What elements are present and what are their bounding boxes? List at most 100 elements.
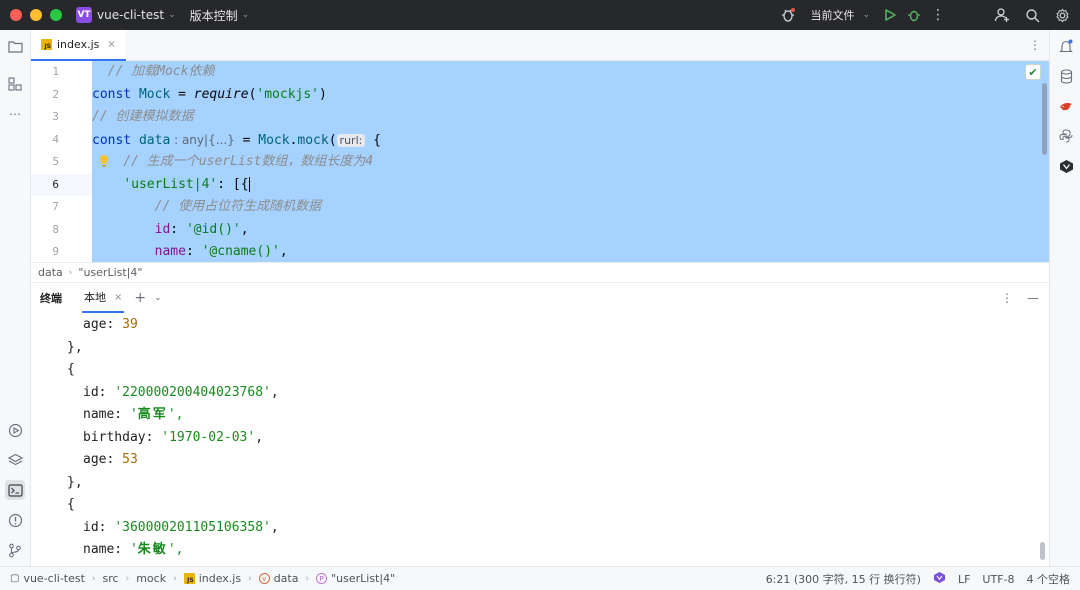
new-terminal-icon[interactable]: + (134, 290, 146, 306)
code-content[interactable]: const data : any|{...} = Mock.mock(rurl:… (92, 128, 1049, 151)
terminal-line: name: '朱敏', (83, 539, 183, 562)
terminal-tab-local[interactable]: 本地 × (82, 283, 125, 313)
tab-index-js[interactable]: JS index.js × (31, 30, 126, 61)
python-icon[interactable] (1056, 126, 1076, 146)
lightbulb-icon[interactable] (98, 154, 112, 170)
number-value: 39 (122, 317, 138, 332)
zoom-window-button[interactable] (50, 9, 62, 21)
key-text: birthday: (83, 429, 162, 445)
status-crumb[interactable]: vue-cli-test (23, 572, 84, 585)
status-crumb[interactable]: src (103, 572, 119, 585)
key-text: id: (83, 519, 115, 535)
code-line: 2 const Mock = require('mockjs') (31, 83, 1049, 106)
string-value: '360000201105106358' (114, 519, 271, 535)
tab-options-icon[interactable]: ⋮ (1029, 38, 1041, 52)
status-crumb[interactable]: "userList|4" (331, 572, 395, 585)
services-icon[interactable] (5, 420, 25, 440)
line-number: 1 (52, 65, 59, 78)
line-separator[interactable]: LF (958, 573, 970, 586)
chevron-down-icon[interactable]: ⌄ (862, 10, 870, 20)
line-number: 9 (52, 245, 59, 258)
terminal-line: id: '360000201105106358', (83, 517, 279, 540)
code-line: 3 // 创建模拟数据 (31, 106, 1049, 129)
status-crumb[interactable]: data (274, 572, 299, 585)
close-window-button[interactable] (10, 9, 22, 21)
git-branch-icon[interactable] (5, 540, 25, 560)
code-content[interactable]: // 生成一个userList数组，数组长度为4 (92, 151, 1049, 174)
code-editor[interactable]: 1 // 加载Mock依赖 2 const Mock = require('mo… (31, 61, 1049, 262)
settings-icon[interactable] (1050, 3, 1074, 27)
caret-position[interactable]: 6:21 (300 字符, 15 行 换行符) (766, 571, 921, 587)
code-content[interactable]: // 加载Mock依赖 (92, 61, 1049, 84)
folder-icon[interactable] (5, 36, 25, 56)
database-icon[interactable] (1056, 66, 1076, 86)
property-icon: P (316, 573, 328, 584)
chevron-down-icon[interactable]: ⌄ (168, 10, 176, 20)
terminal-line: name: '高军', (83, 404, 183, 427)
file-encoding[interactable]: UTF-8 (982, 573, 1014, 586)
code-content[interactable]: 'userList|4': [{ (92, 173, 1049, 196)
search-icon[interactable] (1020, 3, 1044, 27)
terminal-options-icon[interactable]: ⋮ (1001, 291, 1013, 305)
breadcrumb-item[interactable]: "userList|4" (78, 266, 142, 279)
debug-icon[interactable] (902, 3, 926, 27)
terminal-line: age: 39 (83, 314, 138, 337)
line-number: 6 (52, 177, 59, 191)
structure-icon[interactable] (5, 74, 25, 94)
code-content[interactable]: // 使用占位符生成随机数据 (92, 196, 1049, 219)
key-text: name: (83, 542, 130, 557)
line-number: 4 (52, 132, 59, 146)
right-tool-strip (1049, 30, 1080, 566)
type-hint-text: any|{...} (181, 132, 235, 147)
ai-status-icon[interactable] (933, 571, 946, 587)
project-module-icon: ▢ (10, 573, 20, 584)
minimize-window-button[interactable] (30, 9, 42, 21)
plugin-bird-icon[interactable] (1056, 96, 1076, 116)
quote: ' (129, 407, 138, 422)
status-bar: ▢ vue-cli-test › src › mock › JS index.j… (0, 566, 1080, 590)
operator: = (170, 86, 194, 102)
comment: // 生成一个userList数组，数组长度为4 (123, 154, 374, 169)
layers-icon[interactable] (5, 450, 25, 470)
close-terminal-tab-icon[interactable]: × (114, 292, 122, 303)
bug-icon[interactable] (776, 3, 800, 27)
run-icon[interactable] (878, 3, 902, 27)
object-name: Mock (258, 132, 290, 148)
no-problems-check-icon[interactable]: ✔ (1025, 64, 1041, 80)
code-line-current: 6 'userList|4': [{ (31, 173, 1049, 196)
close-tab-icon[interactable]: × (107, 39, 115, 50)
number-value: 53 (122, 452, 138, 467)
ai-assistant-icon[interactable] (1056, 156, 1076, 176)
code-content[interactable]: name: '@cname()', (92, 241, 1049, 262)
line-number: 5 (52, 155, 59, 168)
add-user-icon[interactable] (990, 3, 1014, 27)
key-text: age: (83, 452, 123, 467)
editor-scrollbar[interactable] (1042, 83, 1047, 155)
chevron-down-icon[interactable]: ⌄ (154, 293, 162, 303)
more-tools-icon[interactable]: ⋯ (5, 104, 25, 124)
code-content[interactable]: const Mock = require('mockjs') (92, 83, 1049, 106)
code-content[interactable]: // 创建模拟数据 (92, 106, 1049, 129)
more-icon[interactable]: ⋮ (926, 3, 950, 27)
terminal-line: { (67, 497, 75, 512)
vcs-menu[interactable]: 版本控制 (190, 7, 238, 24)
problems-icon[interactable] (5, 510, 25, 530)
minimize-panel-icon[interactable]: — (1027, 291, 1039, 305)
chevron-down-icon[interactable]: ⌄ (242, 10, 250, 20)
terminal-tab-label: 本地 (84, 291, 106, 304)
punctuation: , (240, 221, 249, 237)
status-crumb[interactable]: mock (136, 572, 166, 585)
project-name[interactable]: vue-cli-test (97, 8, 164, 22)
notifications-icon[interactable] (1056, 36, 1076, 56)
code-content[interactable]: id: '@id()', (92, 218, 1049, 241)
project-badge-icon[interactable]: VT (76, 7, 92, 23)
status-crumb[interactable]: index.js (199, 572, 241, 585)
terminal-scrollbar[interactable] (1040, 542, 1045, 560)
terminal-icon[interactable] (5, 480, 25, 500)
indent-setting[interactable]: 4 个空格 (1027, 571, 1071, 587)
comment: // 加载Mock依赖 (107, 64, 215, 79)
javascript-file-icon: JS (41, 39, 52, 50)
run-configuration-select[interactable]: 当前文件 (810, 7, 854, 23)
terminal-output[interactable]: age: 39 }, { id: '220000200404023768', n… (31, 313, 1049, 566)
breadcrumb-item[interactable]: data (38, 266, 63, 279)
